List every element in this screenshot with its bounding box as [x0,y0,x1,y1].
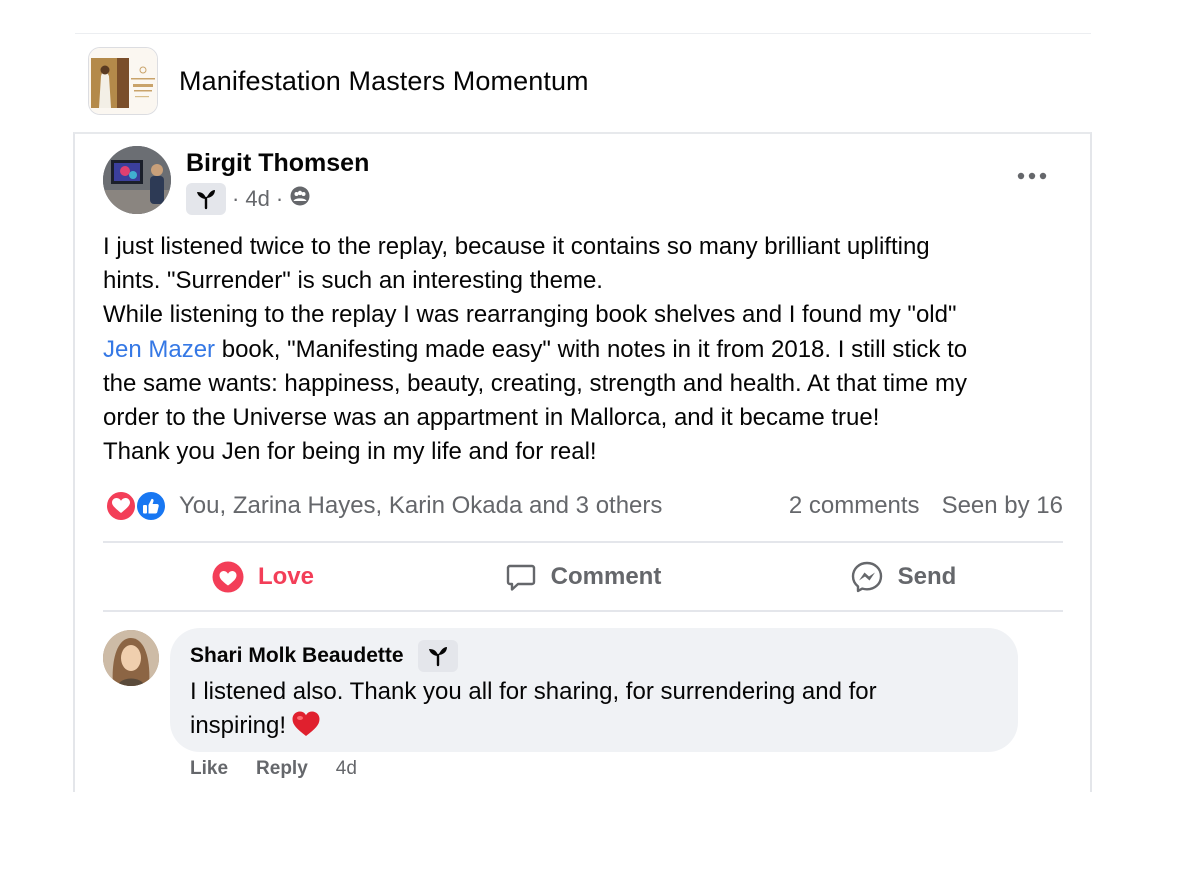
comment-text: I listened also. Thank you all for shari… [190,675,980,747]
top-divider [75,33,1091,34]
group-cover-image [89,48,157,114]
commenter-photo [103,630,159,686]
comment-button-label: Comment [550,563,662,590]
comments-count[interactable]: 2 comments [789,492,920,520]
post-text-line: I just listened twice to the replay, bec… [103,233,930,260]
post-text-line: the same wants: happiness, beauty, creat… [103,369,968,397]
messenger-icon [851,561,882,593]
more-options-icon[interactable] [1012,160,1052,192]
post-text-line: Jen Mazer book, "Manifesting made easy" … [103,333,1078,367]
send-button[interactable]: Send [743,545,1063,609]
meta-separator: · [275,186,284,211]
comment-like-button[interactable]: Like [190,758,228,780]
reaction-names[interactable]: You, Zarina Hayes, Karin Okada and 3 oth… [179,492,662,520]
group-header: Manifestation Masters Momentum [88,46,1088,116]
commenter-row: Shari Molk Beaudette [190,640,998,672]
comment-text-segment: inspiring! [190,712,287,739]
mention-link[interactable]: Jen Mazer [103,336,215,363]
sprout-icon [186,183,226,215]
post-time[interactable]: 4d [245,186,269,212]
love-icon [105,490,137,522]
author-avatar[interactable] [103,146,171,214]
comment-bubble: Shari Molk Beaudette I listened also. Th… [170,628,1018,752]
post-text-line: order to the Universe was an appartment … [103,404,880,432]
post-text-line: Thank you Jen for being in my life and f… [103,438,597,466]
post-meta: · 4d · [186,183,311,215]
post-text-line: While listening to the replay I was rear… [103,301,957,329]
commenter-name[interactable]: Shari Molk Beaudette [190,644,404,668]
send-button-label: Send [897,563,957,590]
comment-text-line: inspiring! [190,709,980,747]
post-actions: Love Comment Send [103,545,1063,609]
post-text: I just listened twice to the replay, bec… [103,230,1078,469]
love-icon [212,561,244,593]
meta-separator: · [232,186,240,211]
comment-icon [506,564,535,591]
group-cover-thumbnail[interactable] [88,47,158,115]
comment-actions: Like Reply 4d [190,756,357,782]
seen-by-count[interactable]: Seen by 16 [942,492,1063,520]
post-stats: 2 comments Seen by 16 [789,492,1063,520]
love-button-label: Love [257,563,314,590]
author-photo [103,146,171,214]
group-members-icon[interactable] [289,185,311,213]
comment-time[interactable]: 4d [336,758,357,780]
sprout-icon [417,640,458,672]
reactions-summary: You, Zarina Hayes, Karin Okada and 3 oth… [103,488,1063,524]
comment-reply-button[interactable]: Reply [256,758,308,780]
group-name[interactable]: Manifestation Masters Momentum [179,66,589,97]
post-text-segment: book, "Manifesting made easy" with notes… [215,335,968,363]
reaction-icons[interactable] [103,488,173,524]
post-text-line: hints. "Surrender" is such an interestin… [103,267,603,295]
love-button[interactable]: Love [103,545,423,609]
author-name[interactable]: Birgit Thomsen [186,149,369,178]
commenter-avatar[interactable] [103,630,159,686]
comment-button[interactable]: Comment [423,545,743,609]
comment-text-line: I listened also. Thank you all for shari… [190,678,877,705]
like-icon [135,490,167,522]
actions-bottom-divider [103,610,1063,612]
actions-top-divider [103,541,1063,543]
red-heart-emoji [292,711,320,747]
